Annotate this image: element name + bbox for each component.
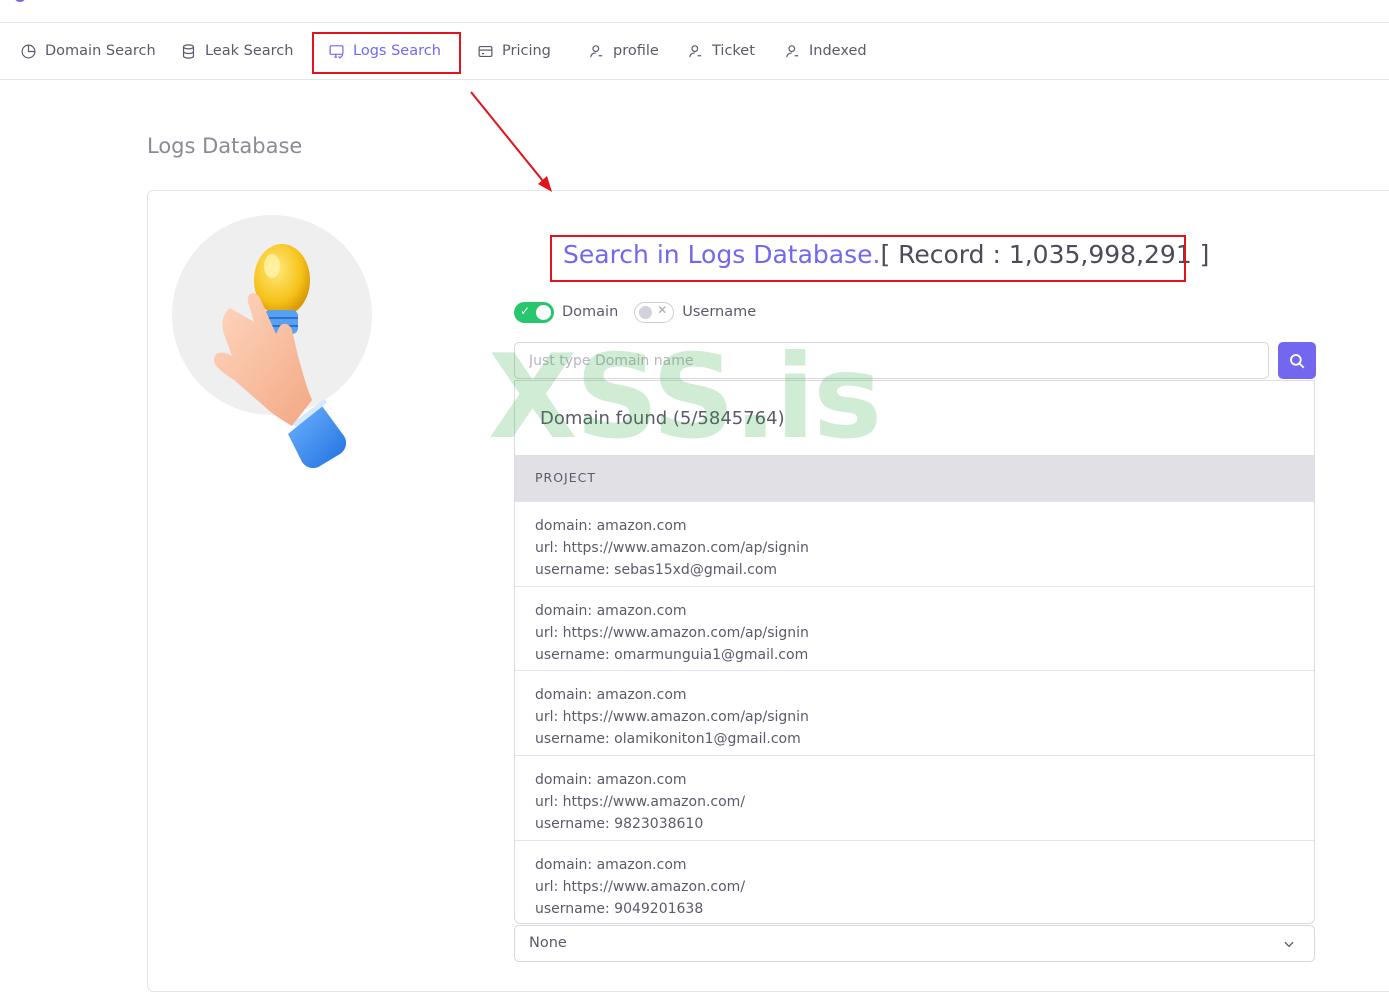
row-domain: domain: amazon.com — [535, 772, 687, 788]
results-count: Domain found (5/5845764) — [540, 408, 785, 429]
search-mode-toggles: ✓ Domain ✕ Username — [514, 300, 772, 324]
table-row[interactable]: domain: amazon.com url: https://www.amaz… — [515, 840, 1314, 923]
nav-label-ticket: Ticket — [712, 43, 755, 59]
table-row[interactable]: domain: amazon.com url: https://www.amaz… — [515, 501, 1314, 586]
brand-logo-fragment — [14, 0, 26, 2]
username-toggle[interactable]: ✕ — [634, 301, 675, 323]
results-dropdown: Domain found (5/5845764) PROJECT domain:… — [514, 380, 1315, 924]
lightbulb-hand-icon — [214, 244, 347, 468]
page-title: Logs Database — [147, 134, 303, 159]
nav-label-leak-search: Leak Search — [205, 43, 294, 59]
clock-pie-icon — [21, 44, 36, 58]
row-username: username: omarmunguia1@gmail.com — [535, 647, 809, 663]
domain-toggle[interactable]: ✓ — [514, 301, 554, 323]
row-username: username: 9049201638 — [535, 901, 704, 917]
user-icon — [590, 44, 603, 57]
row-domain: domain: amazon.com — [535, 603, 687, 619]
nav-item-ticket[interactable]: Ticket — [687, 33, 755, 69]
check-icon: ✓ — [520, 303, 531, 318]
search-icon — [1290, 353, 1305, 368]
row-url: url: https://www.amazon.com/ — [535, 879, 746, 895]
nav-label-domain-search: Domain Search — [45, 43, 156, 59]
nav-label-logs-search: Logs Search — [353, 43, 441, 59]
nav-item-indexed[interactable]: Indexed — [784, 33, 867, 69]
domain-toggle-label: Domain — [562, 304, 619, 320]
domain-search-input[interactable] — [514, 342, 1269, 379]
row-url: url: https://www.amazon.com/ap/signin — [535, 540, 809, 556]
row-url: url: https://www.amazon.com/ — [535, 794, 746, 810]
nav-item-pricing[interactable]: Pricing — [477, 33, 551, 69]
close-icon: ✕ — [657, 302, 668, 317]
main-navigation: Domain Search Leak Search Logs Search Pr… — [0, 23, 1389, 80]
nav-item-domain-search[interactable]: Domain Search — [20, 33, 156, 69]
row-url: url: https://www.amazon.com/ap/signin — [535, 709, 809, 725]
top-header-strip — [0, 0, 1389, 23]
search-heading: Search in Logs Database.[ Record : 1,035… — [563, 240, 1209, 269]
credit-card-icon — [478, 45, 493, 57]
row-username: username: 9823038610 — [535, 816, 704, 832]
row-domain: domain: amazon.com — [535, 518, 687, 534]
user-icon — [689, 44, 702, 57]
row-username: username: olamikoniton1@gmail.com — [535, 731, 801, 747]
row-domain: domain: amazon.com — [535, 857, 687, 873]
toggle-knob — [536, 304, 551, 320]
nav-label-pricing: Pricing — [502, 43, 551, 59]
row-url: url: https://www.amazon.com/ap/signin — [535, 625, 809, 641]
nav-item-profile[interactable]: profile — [588, 33, 659, 69]
record-count: [ Record : 1,035,998,291 ] — [880, 240, 1210, 269]
database-icon — [182, 43, 195, 59]
nav-label-profile: profile — [613, 43, 659, 59]
heading-link[interactable]: Search in Logs Database. — [563, 240, 880, 269]
table-row[interactable]: domain: amazon.com url: https://www.amaz… — [515, 670, 1314, 755]
row-domain: domain: amazon.com — [535, 687, 687, 703]
table-header-project: PROJECT — [515, 455, 1314, 501]
username-toggle-label: Username — [682, 304, 757, 320]
select-value: None — [529, 935, 567, 951]
nav-item-logs-search[interactable]: Logs Search — [328, 33, 441, 69]
results-select[interactable]: None — [514, 925, 1315, 962]
nav-label-indexed: Indexed — [809, 43, 867, 59]
row-username: username: sebas15xd@gmail.com — [535, 562, 778, 578]
toggle-knob — [639, 305, 653, 319]
user-icon — [786, 44, 799, 57]
table-row[interactable]: domain: amazon.com url: https://www.amaz… — [515, 755, 1314, 840]
table-row[interactable]: domain: amazon.com url: https://www.amaz… — [515, 586, 1314, 671]
search-button[interactable] — [1278, 342, 1316, 379]
chevron-down-icon — [1284, 941, 1294, 948]
nav-item-leak-search[interactable]: Leak Search — [180, 33, 293, 69]
monitor-check-icon — [329, 44, 344, 59]
